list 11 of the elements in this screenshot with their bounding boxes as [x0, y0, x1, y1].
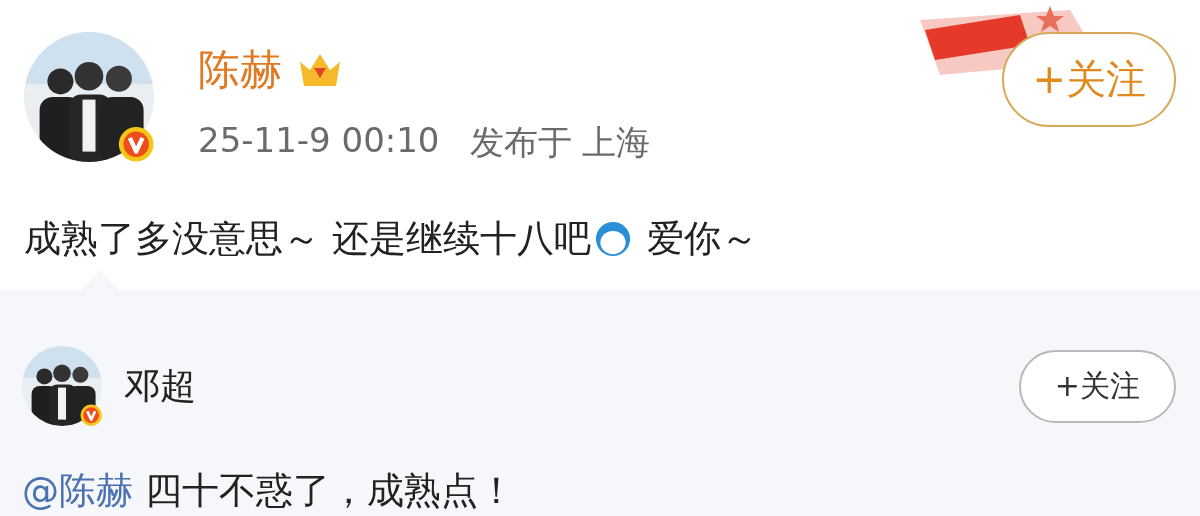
- post-text: 爱你～: [645, 216, 758, 262]
- post-time: 25-11-9 00:10: [198, 120, 440, 162]
- author-name[interactable]: 陈赫: [198, 42, 282, 98]
- mention-link[interactable]: @陈赫: [22, 469, 133, 512]
- follow-button[interactable]: +关注: [1002, 32, 1176, 127]
- emoji-icon: [594, 221, 631, 257]
- author-name[interactable]: 邓超: [124, 361, 997, 411]
- post-text: 成熟了多没意思～ 还是继续十八吧: [24, 216, 591, 262]
- post-location: 发布于 上海: [469, 121, 651, 164]
- post-text: 四十不惑了，成熟点！: [143, 469, 515, 512]
- follow-button[interactable]: +关注: [1018, 349, 1176, 423]
